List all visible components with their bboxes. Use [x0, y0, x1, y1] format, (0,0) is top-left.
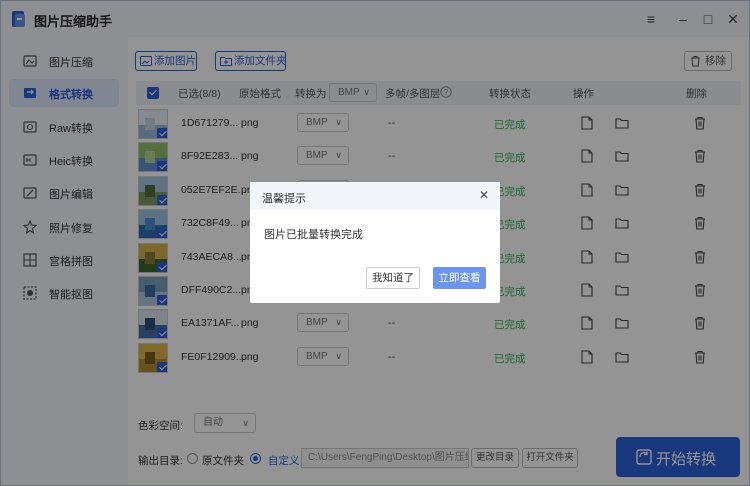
dialog-header: 温馨提示 ✕	[250, 182, 500, 210]
dialog-view-button[interactable]: 立即查看	[433, 267, 486, 289]
dialog-ok-button[interactable]: 我知道了	[366, 267, 420, 289]
dialog-title: 温馨提示	[262, 193, 306, 205]
dialog-message: 图片已批量转换完成	[264, 229, 363, 241]
notice-dialog: 温馨提示 ✕ 图片已批量转换完成 我知道了 立即查看	[250, 182, 500, 303]
dialog-close-icon[interactable]: ✕	[479, 188, 489, 202]
